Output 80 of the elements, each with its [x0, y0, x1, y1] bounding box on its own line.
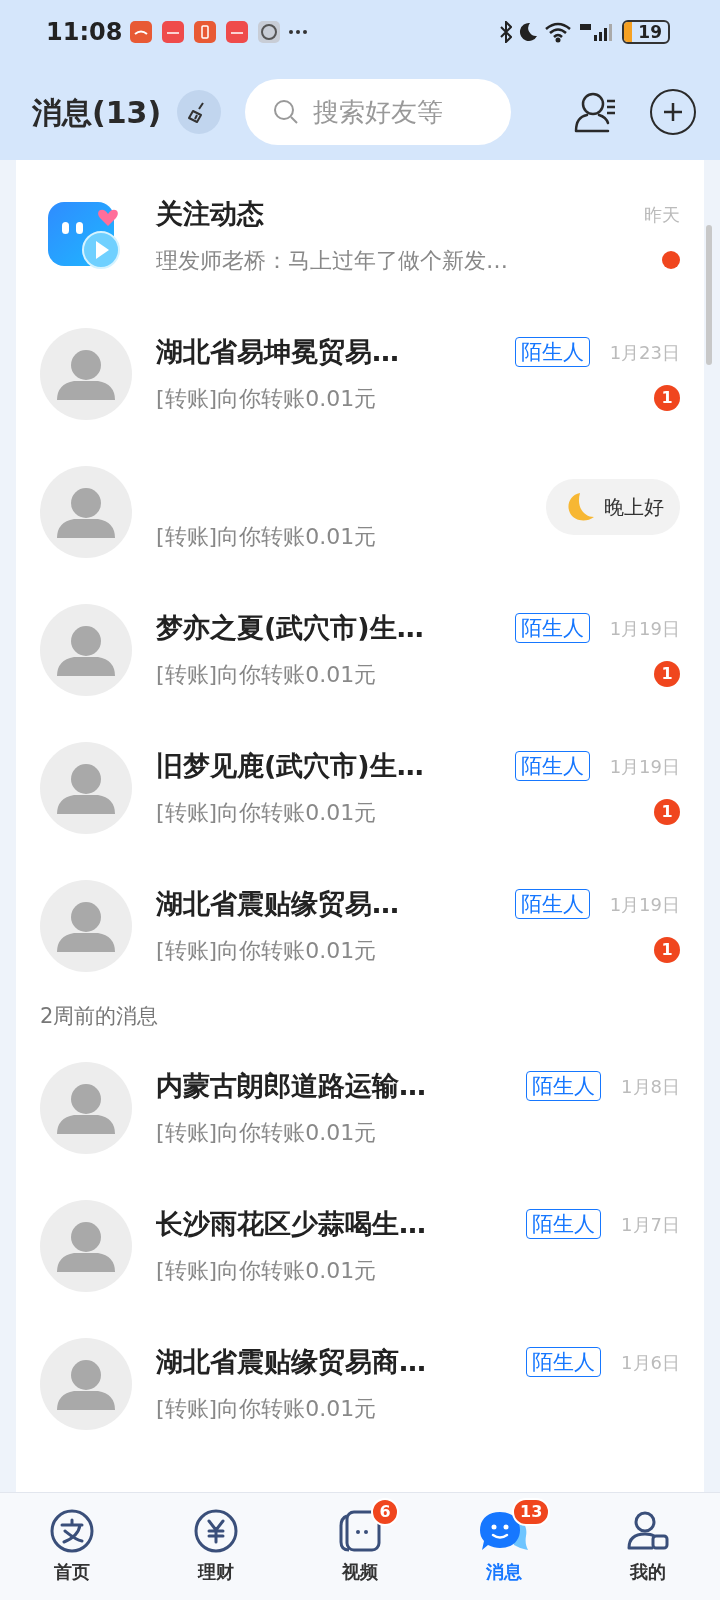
yuan-icon	[193, 1508, 239, 1554]
message-preview: [转账]向你转账0.01元	[156, 1118, 377, 1147]
message-preview: [转账]向你转账0.01元	[156, 1256, 377, 1285]
message-preview: [转账]向你转账0.01元	[156, 660, 377, 689]
unread-count: 1	[654, 937, 680, 963]
contact-name: 关注动态	[156, 196, 264, 231]
conversation-row[interactable]: 旧梦见鹿(武穴市)生… 陌生人 1月19日 [转账]向你转账0.01元 1	[16, 719, 704, 857]
conversation-row[interactable]: 湖北省震贴缘贸易… 陌生人 1月19日 [转账]向你转账0.01元 1	[16, 857, 704, 995]
conversation-row[interactable]: 内蒙古朗郎道路运输… 陌生人 1月8日 [转账]向你转账0.01元	[16, 1039, 704, 1177]
message-time: 1月6日	[621, 1350, 680, 1375]
contact-name: 长沙雨花区少蒜喝生…	[156, 1206, 426, 1241]
contact-name: 湖北省震贴缘贸易商…	[156, 1344, 426, 1379]
unread-count: 1	[654, 385, 680, 411]
contact-name: 旧梦见鹿(武穴市)生…	[156, 748, 424, 783]
settings-notification-icon	[258, 21, 281, 43]
wifi-icon	[544, 21, 572, 43]
nav-tab[interactable]: 6 视频	[288, 1493, 432, 1600]
status-time: 11:08	[46, 17, 123, 48]
stranger-tag: 陌生人	[514, 751, 590, 781]
message-time: 1月19日	[609, 892, 680, 917]
nav-tab[interactable]: 首页	[0, 1493, 144, 1600]
moon-icon	[518, 22, 538, 42]
search-icon	[273, 99, 300, 125]
message-time: 1月19日	[609, 616, 680, 641]
app-notification-icon	[162, 21, 185, 43]
contact-name: 梦亦之夏(武穴市)生…	[156, 610, 424, 645]
contact-name: 湖北省易坤冕贸易…	[156, 334, 399, 369]
message-time: 1月19日	[609, 754, 680, 779]
stranger-tag: 陌生人	[526, 1347, 602, 1377]
section-label: 2周前的消息	[40, 1003, 159, 1031]
message-preview: [转账]向你转账0.01元	[156, 798, 377, 827]
message-preview: [转账]向你转账0.01元	[156, 384, 377, 413]
avatar-icon	[40, 328, 132, 420]
contact-name: 湖北省震贴缘贸易…	[156, 886, 399, 921]
avatar-icon	[40, 1338, 132, 1430]
nav-tab[interactable]: 我的	[576, 1493, 720, 1600]
message-time: 1月23日	[609, 340, 680, 365]
add-button[interactable]	[650, 89, 696, 135]
plus-icon	[663, 102, 683, 122]
avatar-icon	[40, 1200, 132, 1292]
conversation-row[interactable]: 梦亦之夏(武穴市)生… 陌生人 1月19日 [转账]向你转账0.01元 1	[16, 581, 704, 719]
unread-count: 1	[654, 661, 680, 687]
stranger-tag: 陌生人	[526, 1071, 602, 1101]
message-preview: [转账]向你转账0.01元	[156, 936, 377, 965]
battery-level: 19	[637, 23, 663, 41]
clean-button[interactable]	[177, 90, 222, 134]
avatar-icon	[40, 466, 132, 558]
greeting-chip[interactable]: 晚上好	[546, 479, 680, 535]
stranger-tag: 陌生人	[526, 1209, 602, 1239]
avatar-icon	[40, 1062, 132, 1154]
message-preview: [转账]向你转账0.01元	[156, 1394, 377, 1423]
page-title: 消息(13)	[32, 93, 162, 132]
message-time: 1月7日	[621, 1212, 680, 1237]
conversation-row[interactable]: [转账]向你转账0.01元 晚上好	[16, 443, 704, 581]
conversation-row[interactable]: 湖北省震贴缘贸易商… 陌生人 1月6日 [转账]向你转账0.01元	[16, 1315, 704, 1453]
message-time: 1月8日	[621, 1074, 680, 1099]
stranger-tag: 陌生人	[514, 889, 590, 919]
stranger-tag: 陌生人	[514, 613, 590, 643]
conversation-row[interactable]: 湖北省易坤冕贸易… 陌生人 1月23日 [转账]向你转账0.01元 1	[16, 305, 704, 443]
contact-name: 内蒙古朗郎道路运输…	[156, 1068, 426, 1103]
search-field[interactable]: 搜索好友等	[245, 79, 512, 145]
conversation-row[interactable]: 长沙雨花区少蒜喝生… 陌生人 1月7日 [转账]向你转账0.01元	[16, 1177, 704, 1315]
message-preview: 理发师老桥：马上过年了做个新发…	[156, 246, 508, 275]
nav-tab[interactable]: 13 消息	[432, 1493, 576, 1600]
bluetooth-icon	[500, 21, 512, 43]
message-preview: [转账]向你转账0.01元	[156, 522, 377, 551]
more-icon	[288, 29, 309, 35]
nav-tab[interactable]: 理财	[144, 1493, 288, 1600]
avatar-icon	[40, 604, 132, 696]
message-time: 昨天	[644, 202, 680, 227]
stranger-tag: 陌生人	[514, 337, 590, 367]
avatar-icon	[40, 880, 132, 972]
conversation-row[interactable]: 关注动态 昨天 理发师老桥：马上过年了做个新发…	[16, 167, 704, 305]
avatar-icon	[40, 742, 132, 834]
app-notification-icon	[226, 21, 249, 43]
nav-badge: 13	[512, 1498, 551, 1526]
battery-fill	[624, 22, 633, 42]
nav-badge: 6	[371, 1498, 399, 1526]
unread-count: 1	[654, 799, 680, 825]
battery-notification-icon	[194, 21, 217, 43]
